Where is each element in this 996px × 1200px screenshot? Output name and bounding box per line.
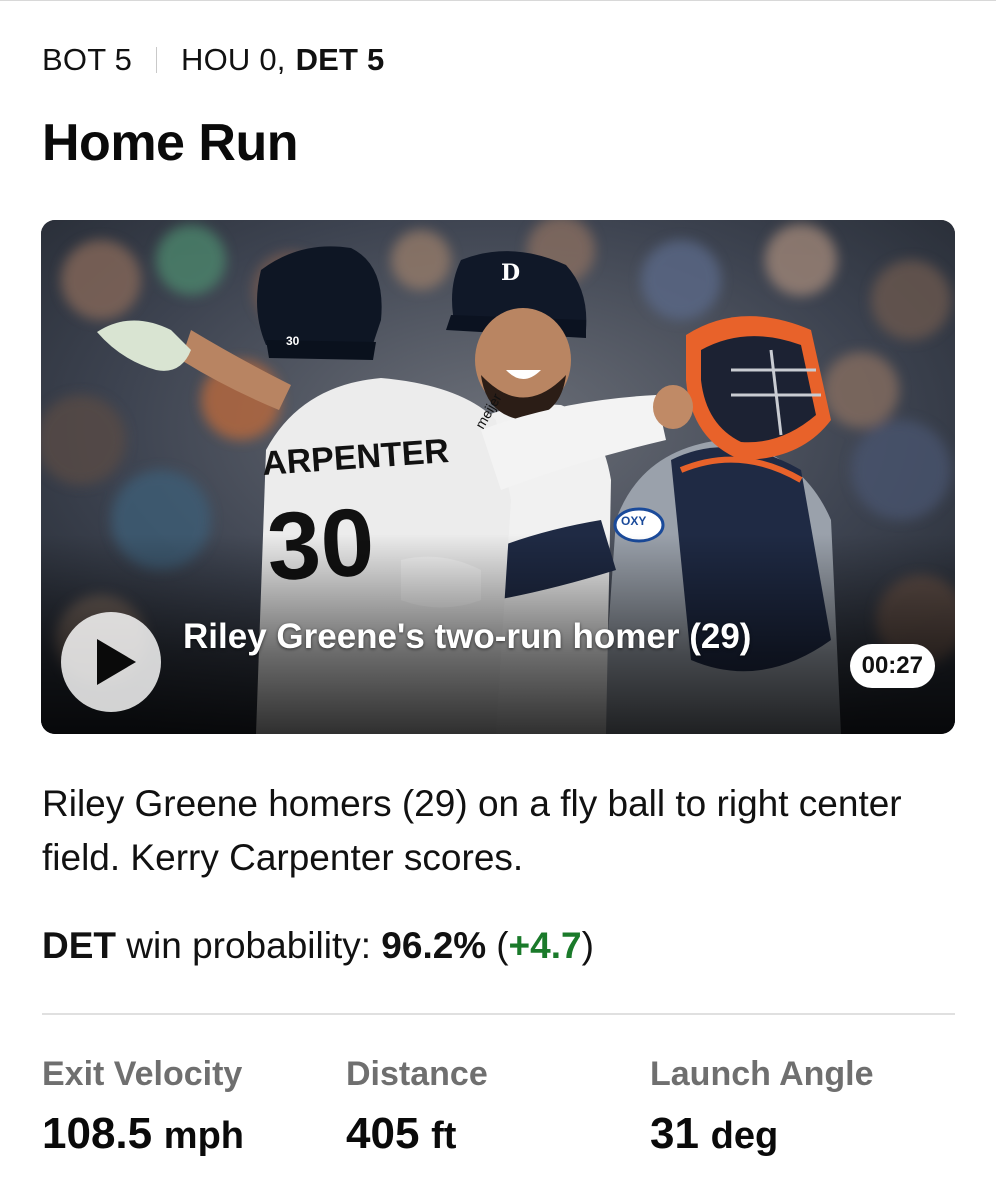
video-duration-badge: 00:27 [849,644,935,688]
stat-label: Distance [346,1055,488,1093]
play-detail-card: BOT 5 HOU 0, DET 5 Home Run D 30 ARPENTE… [0,0,996,1200]
win-probability-team: DET [42,925,116,966]
stat-label: Launch Angle [650,1055,874,1093]
home-score: DET 5 [295,42,385,77]
section-divider [42,1013,955,1015]
inning-label: BOT 5 [42,42,133,77]
win-probability-label: win probability: [126,925,372,966]
stat-value: 31 deg [650,1109,874,1161]
game-situation: BOT 5 HOU 0, DET 5 [42,41,384,79]
stat-unit: mph [163,1115,244,1157]
win-probability: DET win probability: 96.2% (+4.7) [42,921,594,971]
svg-text:D: D [501,260,520,286]
play-icon [97,639,136,685]
stat-unit: deg [710,1115,779,1157]
stat-number: 108.5 [42,1109,153,1158]
video-caption: Riley Greene's two-run homer (29) [183,617,752,656]
win-probability-value: 96.2% [381,925,487,966]
away-score: HOU 0, [181,42,286,77]
helmet-number: 30 [286,334,300,348]
win-probability-delta: +4.7 [508,925,582,966]
win-probability-delta-open: ( [496,925,509,966]
video-player[interactable]: D D 30 ARPENTER 30 meijer OXY [41,220,955,734]
stat-exit-velocity: Exit Velocity 108.5 mph [42,1051,244,1161]
play-description: Riley Greene homers (29) on a fly ball t… [42,783,902,878]
stat-distance: Distance 405 ft [346,1051,488,1161]
stat-number: 31 [650,1109,699,1158]
stat-label: Exit Velocity [42,1055,243,1093]
stat-number: 405 [346,1109,420,1158]
stat-value: 108.5 mph [42,1109,244,1161]
header-divider [156,47,158,73]
play-button[interactable] [61,612,161,712]
stat-launch-angle: Launch Angle 31 deg [650,1051,874,1161]
catcher-patch: OXY [621,514,646,528]
win-probability-delta-close: ) [581,925,594,966]
play-title: Home Run [42,114,299,172]
stat-unit: ft [431,1115,457,1157]
stat-value: 405 ft [346,1109,488,1161]
